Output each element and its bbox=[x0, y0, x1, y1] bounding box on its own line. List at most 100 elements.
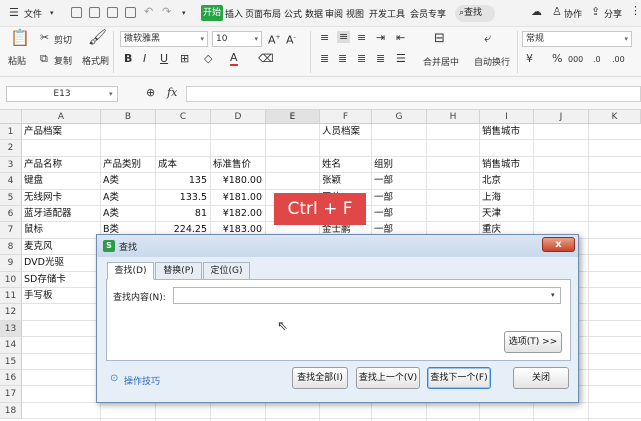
row-header-7[interactable]: 7 bbox=[0, 222, 22, 239]
italic-button[interactable]: I bbox=[143, 53, 146, 65]
row-header-16[interactable]: 16 bbox=[0, 370, 22, 387]
row-header-13[interactable]: 13 bbox=[0, 320, 22, 338]
row-header-11[interactable]: 11 bbox=[0, 288, 22, 305]
column-header-f[interactable]: F bbox=[320, 110, 372, 124]
chevron-down-icon[interactable]: ▾ bbox=[50, 7, 54, 19]
tab-formulas[interactable]: 公式 bbox=[284, 7, 302, 20]
cell-i5[interactable]: 上海 bbox=[482, 190, 632, 206]
outdent-icon[interactable]: ⇤ bbox=[396, 32, 405, 44]
tab-developer[interactable]: 开发工具 bbox=[369, 7, 405, 20]
row-header-5[interactable]: 5 bbox=[0, 189, 22, 206]
indent-icon[interactable]: ⇥ bbox=[376, 32, 385, 44]
find-all-button[interactable]: 查找全部(I) bbox=[292, 367, 348, 389]
align-bottom-icon[interactable]: ≡ bbox=[357, 32, 366, 44]
tab-member[interactable]: 会员专享 bbox=[410, 7, 446, 20]
column-header-h[interactable]: H bbox=[427, 110, 480, 124]
distribute-icon[interactable]: ☰ bbox=[396, 53, 406, 65]
fill-color-icon[interactable]: ◇ bbox=[204, 53, 212, 65]
percent-button[interactable]: % bbox=[552, 53, 562, 65]
row-header-17[interactable]: 17 bbox=[0, 386, 22, 403]
cell-c4[interactable]: 135 bbox=[158, 173, 207, 189]
font-size-select[interactable]: 10 ▾ bbox=[212, 31, 262, 47]
increase-decimal-icon[interactable]: .0 bbox=[593, 54, 601, 66]
collab-button[interactable]: 协作 bbox=[564, 7, 582, 20]
column-header-k[interactable]: K bbox=[589, 110, 641, 124]
merge-center-button[interactable]: 合并居中 bbox=[423, 55, 459, 68]
format-painter-icon[interactable]: 🖌 bbox=[88, 30, 107, 45]
paste-button[interactable]: 粘贴 bbox=[8, 54, 26, 67]
export-pdf-icon[interactable] bbox=[89, 7, 100, 18]
find-next-button[interactable]: 查找下一个(F) bbox=[427, 367, 491, 389]
collab-icon[interactable]: ♙ bbox=[552, 6, 562, 18]
row-header-4[interactable]: 4 bbox=[0, 173, 22, 190]
select-all-corner[interactable] bbox=[0, 110, 22, 124]
wrap-text-button[interactable]: 自动换行 bbox=[474, 55, 510, 68]
clear-format-icon[interactable]: ⌫ bbox=[258, 53, 274, 65]
share-button[interactable]: 分享 bbox=[604, 7, 622, 20]
currency-icon[interactable]: ¥ bbox=[526, 53, 533, 65]
cell-f1[interactable]: 人员档案 bbox=[322, 124, 472, 140]
cell-i1[interactable]: 销售城市 bbox=[482, 124, 632, 140]
row-header-3[interactable]: 3 bbox=[0, 156, 22, 174]
font-name-select[interactable]: 微软雅黑 ▾ bbox=[120, 31, 208, 47]
row-header-12[interactable]: 12 bbox=[0, 304, 22, 321]
row-header-2[interactable]: 2 bbox=[0, 140, 22, 157]
cell-c6[interactable]: 81 bbox=[158, 206, 207, 222]
tab-find[interactable]: 查找(D) bbox=[107, 262, 154, 280]
print-preview-icon[interactable] bbox=[125, 7, 136, 18]
decrease-font-icon[interactable]: A- bbox=[286, 32, 296, 47]
row-header-6[interactable]: 6 bbox=[0, 206, 22, 223]
more-options-icon[interactable]: ⋮ bbox=[630, 5, 641, 17]
cut-button[interactable]: 剪切 bbox=[54, 33, 72, 46]
font-color-icon[interactable]: A bbox=[230, 52, 238, 66]
cell-d4[interactable]: ¥180.00 bbox=[213, 173, 262, 189]
hamburger-menu-icon[interactable]: ☰ bbox=[9, 7, 19, 19]
wrap-text-icon[interactable]: ⤶ bbox=[484, 32, 491, 45]
print-icon[interactable] bbox=[107, 7, 118, 18]
chevron-down-icon[interactable]: ▾ bbox=[551, 289, 555, 301]
bold-button[interactable]: B bbox=[124, 53, 132, 65]
row-header-18[interactable]: 18 bbox=[0, 402, 22, 420]
tab-view[interactable]: 视图 bbox=[346, 7, 364, 20]
row-header-8[interactable]: 8 bbox=[0, 238, 22, 256]
align-left-icon[interactable]: ≣ bbox=[320, 53, 329, 65]
tab-home[interactable]: 开始 bbox=[201, 5, 223, 21]
copy-button[interactable]: 复制 bbox=[54, 54, 72, 67]
thousands-button[interactable]: 000 bbox=[568, 54, 583, 66]
find-input[interactable] bbox=[173, 287, 561, 304]
row-header-14[interactable]: 14 bbox=[0, 337, 22, 354]
increase-font-icon[interactable]: A+ bbox=[268, 32, 281, 47]
fx-label[interactable]: fx bbox=[167, 87, 177, 99]
dialog-titlebar[interactable]: S 查找 x bbox=[97, 235, 578, 257]
tab-data[interactable]: 数据 bbox=[305, 7, 323, 20]
column-header-j[interactable]: J bbox=[534, 110, 589, 124]
tab-insert[interactable]: 插入 bbox=[225, 7, 243, 20]
chevron-down-icon[interactable]: ▾ bbox=[109, 88, 113, 100]
save-icon[interactable] bbox=[71, 7, 82, 18]
share-icon[interactable]: ⇪ bbox=[591, 6, 600, 18]
cell-c5[interactable]: 133.5 bbox=[158, 190, 207, 206]
options-button[interactable]: 选项(T) >> bbox=[504, 331, 562, 353]
decrease-decimal-icon[interactable]: .00 bbox=[612, 54, 625, 66]
tab-replace[interactable]: 替换(P) bbox=[155, 262, 202, 280]
format-painter-button[interactable]: 格式刷 bbox=[82, 54, 109, 67]
column-header-g[interactable]: G bbox=[372, 110, 427, 124]
redo-icon[interactable]: ↷ bbox=[162, 6, 171, 18]
column-header-e[interactable]: E bbox=[266, 110, 320, 124]
border-icon[interactable]: ⊞ bbox=[180, 53, 189, 65]
paste-icon[interactable]: 📋 bbox=[10, 30, 30, 46]
tab-review[interactable]: 审阅 bbox=[325, 7, 343, 20]
align-middle-icon[interactable]: ≡ bbox=[337, 31, 351, 43]
align-top-icon[interactable]: ≡ bbox=[320, 32, 329, 44]
column-header-d[interactable]: D bbox=[211, 110, 266, 124]
more-icon[interactable]: ▾ bbox=[182, 7, 186, 19]
row-header-1[interactable]: 1 bbox=[0, 124, 22, 141]
tips-icon[interactable]: ⊙ bbox=[110, 373, 118, 385]
copy-icon[interactable]: ⧉ bbox=[40, 53, 48, 65]
underline-button[interactable]: U bbox=[160, 53, 168, 65]
undo-icon[interactable]: ↶ bbox=[144, 6, 153, 18]
column-header-b[interactable]: B bbox=[101, 110, 156, 124]
column-header-i[interactable]: I bbox=[480, 110, 534, 124]
justify-icon[interactable]: ≣ bbox=[376, 53, 385, 65]
cut-icon[interactable]: ✂ bbox=[40, 32, 49, 44]
